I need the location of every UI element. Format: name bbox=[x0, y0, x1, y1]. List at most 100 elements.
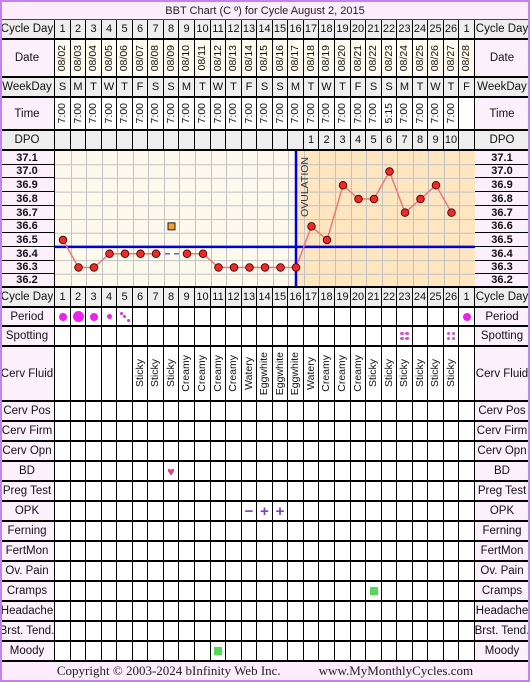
fertmon-cell-day-6 bbox=[133, 542, 148, 562]
period-heavy-icon bbox=[72, 311, 84, 322]
row-label-text: WeekDay bbox=[2, 81, 52, 93]
weekday-value: M bbox=[73, 81, 83, 93]
spotting-cell-day-25 bbox=[428, 327, 444, 347]
row-label-right-ferning: Ferning bbox=[475, 522, 530, 542]
date-value: 08/14 bbox=[242, 44, 255, 72]
row-label-right-cycle-day-top: Cycle Day bbox=[475, 20, 530, 40]
period-cell-day-8 bbox=[164, 308, 179, 327]
row-label-cerv-fluid: Cerv Fluid bbox=[0, 347, 55, 402]
period-cell-day-11 bbox=[211, 308, 226, 327]
time-value: 7:00 bbox=[258, 103, 271, 124]
cycle-day-top-cell-day-8: 8 bbox=[164, 20, 179, 40]
dpo-cell-day-4 bbox=[102, 131, 117, 151]
time-value: 7:00 bbox=[133, 103, 146, 124]
cerv-opn-cell-day-26 bbox=[444, 442, 459, 462]
spotting-cell-day-5 bbox=[117, 327, 133, 347]
weekday-value: T bbox=[230, 81, 237, 93]
cycle-day-top-value: 9 bbox=[183, 23, 190, 35]
weekday-value: T bbox=[307, 81, 315, 93]
preg-test-cell-day-21 bbox=[366, 482, 382, 502]
row-label-text: Cramps bbox=[481, 585, 523, 597]
dpo-value: 3 bbox=[339, 134, 346, 146]
time-cell-day-25: 7:00 bbox=[428, 98, 444, 131]
spotting-cell-day-9 bbox=[179, 327, 195, 347]
weekday-cell-day-16: M bbox=[288, 78, 304, 98]
weekday-cell-day-9: M bbox=[179, 78, 195, 98]
spot-dot bbox=[123, 315, 126, 318]
time-value: 7:00 bbox=[102, 103, 115, 124]
cerv-fluid-cell-day-17: Watery bbox=[304, 347, 319, 402]
headache-cell-day-25 bbox=[428, 602, 444, 622]
cerv-pos-cell-day-20 bbox=[351, 402, 366, 422]
headache-cell-day-9 bbox=[179, 602, 195, 622]
time-value: 7:00 bbox=[149, 103, 162, 124]
cramps-cell-day-15 bbox=[273, 582, 288, 602]
bd-cell-day-9 bbox=[179, 462, 195, 482]
period-cell-day-12 bbox=[226, 308, 242, 327]
cerv-opn-cell-day-13 bbox=[242, 442, 257, 462]
time-value: 7:00 bbox=[196, 103, 209, 124]
time-cell-day-10: 7:00 bbox=[195, 98, 211, 131]
site-link[interactable]: www.MyMonthlyCycles.com bbox=[319, 663, 473, 679]
date-value: 08/08 bbox=[149, 44, 162, 72]
cerv-opn-cell-day-12 bbox=[226, 442, 242, 462]
temp-axis-label-left: 37.1 bbox=[0, 151, 55, 166]
cycle-day-top-value: 14 bbox=[258, 23, 271, 35]
row-label-right-preg-test: Preg Test bbox=[475, 482, 530, 502]
cycle-day-bottom-cell-day-5: 5 bbox=[117, 288, 133, 308]
preg-test-cell-day-23 bbox=[397, 482, 413, 502]
temp-tick-text: 36.7 bbox=[491, 206, 513, 219]
row-label-text: Time bbox=[489, 107, 515, 120]
cramps-cell-day-18 bbox=[319, 582, 335, 602]
temp-point-day-24 bbox=[416, 194, 425, 204]
cerv-firm-cell-day-22 bbox=[382, 422, 397, 442]
bd-cell-day-27 bbox=[459, 462, 475, 482]
cerv-pos-cell-day-1 bbox=[55, 402, 71, 422]
row-label-right-cycle-day-bottom: Cycle Day bbox=[475, 288, 530, 308]
cramps-cell-day-11 bbox=[211, 582, 226, 602]
cerv-fluid-cell-day-10: Creamy bbox=[195, 347, 211, 402]
temp-point-day-22 bbox=[385, 167, 394, 176]
weekday-cell-day-8: S bbox=[164, 78, 179, 98]
dpo-cell-day-10 bbox=[195, 131, 211, 151]
brst-tend-cell-day-25 bbox=[428, 622, 444, 642]
cerv-opn-cell-day-11 bbox=[211, 442, 226, 462]
bd-cell-day-19 bbox=[335, 462, 351, 482]
cerv-opn-cell-day-8 bbox=[164, 442, 179, 462]
weekday-cell-day-3: T bbox=[86, 78, 102, 98]
moody-cell-day-4 bbox=[102, 642, 117, 662]
date-value: 08/26 bbox=[429, 44, 442, 72]
cerv-fluid-value: Watery bbox=[304, 357, 317, 390]
cramps-cell-day-13 bbox=[242, 582, 257, 602]
spot-dot bbox=[126, 318, 130, 322]
row-label-text: FertMon bbox=[5, 545, 49, 557]
cycle-day-top-cell-day-18: 18 bbox=[319, 20, 335, 40]
dpo-cell-day-11 bbox=[211, 131, 226, 151]
cerv-fluid-value: Sticky bbox=[367, 359, 380, 388]
temp-point-day-1 bbox=[58, 235, 68, 245]
bd-cell-day-23 bbox=[397, 462, 413, 482]
brst-tend-cell-day-17 bbox=[304, 622, 319, 642]
dpo-cell-day-24: 8 bbox=[413, 131, 428, 151]
temp-axis-label-left: 36.7 bbox=[0, 206, 55, 221]
cerv-fluid-cell-day-26: Sticky bbox=[444, 347, 459, 402]
cycle-day-top-value: 22 bbox=[382, 23, 396, 35]
opk-cell-day-1 bbox=[55, 502, 71, 522]
cycle-day-bottom-value: 4 bbox=[105, 291, 113, 303]
temp-tick-text: 36.5 bbox=[16, 233, 38, 246]
period-cell-day-15 bbox=[273, 308, 288, 327]
cycle-day-top-value: 4 bbox=[105, 23, 113, 35]
ov-pain-cell-day-8 bbox=[164, 562, 179, 582]
weekday-cell-day-4: W bbox=[102, 78, 117, 98]
temp-axis-label-left: 36.4 bbox=[0, 247, 55, 262]
ferning-cell-day-23 bbox=[397, 522, 413, 542]
cerv-fluid-cell-day-7: Sticky bbox=[148, 347, 164, 402]
time-value: 7:00 bbox=[180, 103, 193, 124]
dpo-value: 6 bbox=[385, 134, 393, 146]
brst-tend-cell-day-5 bbox=[117, 622, 133, 642]
weekday-value: W bbox=[430, 81, 441, 93]
row-label-text: FertMon bbox=[480, 545, 524, 557]
ferning-cell-day-27 bbox=[459, 522, 475, 542]
cycle-day-top-cell-day-15: 15 bbox=[273, 20, 288, 40]
time-cell-day-21: 7:00 bbox=[366, 98, 382, 131]
